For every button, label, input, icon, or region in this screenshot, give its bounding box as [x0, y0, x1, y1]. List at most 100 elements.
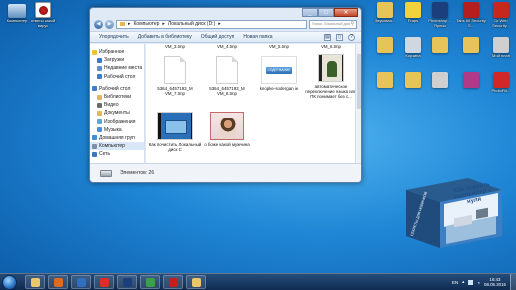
address-bar-row: ◀ ▶ ▸ Компьютер ▸ Локальный диск (D:) ▸ … [94, 19, 357, 29]
file-item[interactable]: 5364_6457193_M VM_7.tmp [148, 54, 202, 96]
status-bar: Элементов: 26 [90, 163, 361, 182]
photofilter-icon [493, 72, 509, 88]
command-bar: Упорядочить Добавить в библиотеку Общий … [90, 31, 361, 43]
taskbar-button[interactable] [163, 275, 183, 289]
nav-item[interactable]: Музыка [90, 126, 144, 134]
desktop-icon[interactable]: Звуковая... [370, 2, 400, 24]
item-count: Элементов: 26 [120, 170, 155, 176]
breadcrumb-separator: ▸ [128, 21, 131, 27]
desktop-icon[interactable]: Мой план [486, 37, 516, 59]
desktop-icon[interactable]: Photoshop ... Ярлык [425, 2, 455, 28]
search-icon: ⚲ [350, 21, 354, 27]
taskbar-button[interactable] [48, 275, 68, 289]
clock[interactable]: 16:43 08.05.2015 [484, 277, 506, 287]
nav-item[interactable]: Избранное [90, 48, 144, 56]
person-figure [327, 61, 337, 77]
file-list: VM_3.tmp VM_4.tmp VM_5.tmp VM_6.tmp 5364… [146, 44, 358, 164]
desktop-icon[interactable]: Tabs 60 Security S... [456, 2, 486, 28]
folder-icon [120, 22, 125, 26]
language-indicator[interactable]: EN [452, 280, 458, 285]
taskbar-button[interactable] [71, 275, 91, 289]
document-icon [164, 56, 186, 84]
file-item[interactable]: VM_4.tmp [200, 44, 254, 49]
file-item[interactable]: о боже какой мужчина [200, 112, 254, 147]
taskbar-button[interactable] [25, 275, 45, 289]
recycle-bin-icon [405, 37, 421, 53]
preview-pane-icon[interactable]: ▯ [336, 33, 343, 41]
desktop-icon[interactable]: Dr.Web Security... [486, 2, 516, 28]
file-item[interactable]: VM_3.tmp [148, 44, 202, 49]
documents-icon [97, 110, 102, 116]
nav-item[interactable]: Видео [90, 101, 144, 109]
taskbar-button[interactable] [94, 275, 114, 289]
computer-icon [92, 143, 97, 149]
desktop-icon[interactable] [456, 72, 486, 89]
network-tray-icon[interactable] [468, 279, 474, 285]
search-input[interactable]: Поиск: Локальный диск (D:) ⚲ [309, 19, 357, 29]
folder-icon [377, 2, 393, 18]
taskbar-button[interactable] [140, 275, 160, 289]
file-item[interactable]: 5364_6457193_M VM_8.tmp [200, 54, 254, 96]
desktop-icon [92, 86, 97, 92]
file-item[interactable]: автоматическое переключение языка или ПК… [302, 54, 360, 99]
book-cover-image: Как освоить компьютер с нуля СЕКРЕТЫ ДЛЯ… [394, 176, 506, 250]
shield-icon [493, 2, 509, 18]
close-button[interactable]: ✕ [334, 8, 358, 17]
desktop-icon[interactable] [425, 72, 455, 89]
minimize-button[interactable]: _ [302, 8, 318, 17]
breadcrumb-computer[interactable]: Компьютер [134, 21, 160, 27]
desktop-icon[interactable]: PhotoFilt... [486, 72, 516, 94]
desktop-icon[interactable] [398, 72, 428, 89]
nav-item[interactable]: Рабочий стол [90, 73, 144, 81]
address-bar[interactable]: ▸ Компьютер ▸ Локальный диск (D:) ▸ [116, 19, 307, 29]
nav-item[interactable]: Компьютер [90, 142, 144, 151]
organize-button[interactable]: Упорядочить [99, 34, 129, 40]
help-icon[interactable]: ? [348, 33, 355, 41]
desktop-icon[interactable] [456, 37, 486, 54]
nav-item[interactable]: Недавние места [90, 64, 144, 72]
add-to-library-button[interactable]: Добавить в библиотеку [138, 34, 192, 40]
file-item[interactable]: СОДЕРЖАНИЕ knopke-sodergan ie [252, 54, 306, 91]
file-item[interactable]: Как почистить Локальный диск С [148, 112, 202, 152]
star-icon [92, 49, 97, 55]
forward-button[interactable]: ▶ [105, 19, 114, 29]
desktop-icon[interactable]: Корзина [398, 37, 428, 59]
breadcrumb-drive[interactable]: Локальный диск (D:) [168, 21, 215, 27]
start-button[interactable] [2, 274, 17, 290]
nav-item[interactable]: Изображения [90, 118, 144, 126]
image-thumbnail [210, 112, 244, 140]
desktop-icon[interactable]: Fraps [398, 2, 428, 24]
thumbnail-button-image: СОДЕРЖАНИЕ [265, 66, 293, 74]
volume-tray-icon[interactable]: ◖ [477, 280, 480, 285]
folder-icon [405, 72, 421, 88]
view-options-icon[interactable]: ▤ [324, 33, 331, 41]
taskbar-button[interactable] [186, 275, 206, 289]
file-item[interactable]: VM_6.tmp [304, 44, 358, 49]
downloads-icon [97, 57, 102, 63]
document-icon [432, 72, 448, 88]
desktop-icon-video[interactable]: ответы какой вирус [30, 2, 56, 28]
images-icon [97, 119, 102, 125]
tray-arrow-icon[interactable]: ▴ [462, 279, 464, 285]
file-item[interactable]: VM_5.tmp [252, 44, 306, 49]
show-desktop-button[interactable] [510, 274, 516, 290]
desktop-icon-computer[interactable]: Компьютер [2, 4, 32, 24]
nav-item[interactable]: Загрузки [90, 56, 144, 64]
new-folder-button[interactable]: Новая папка [243, 34, 272, 40]
desktop-icon[interactable] [425, 37, 455, 54]
nav-item[interactable]: Рабочий стол [90, 85, 144, 93]
scrollbar-thumb[interactable] [357, 54, 361, 109]
vertical-scrollbar[interactable] [355, 44, 361, 164]
share-button[interactable]: Общий доступ [201, 34, 235, 40]
nav-item[interactable]: Библиотеки [90, 93, 144, 101]
nav-item[interactable]: Сеть [90, 150, 144, 158]
back-button[interactable]: ◀ [94, 19, 103, 29]
nav-item[interactable]: Документы [90, 109, 144, 117]
folder-icon [432, 37, 448, 53]
maximize-button[interactable]: □ [318, 8, 334, 17]
desktop-icon[interactable] [370, 37, 400, 54]
taskbar-button[interactable] [117, 275, 137, 289]
desktop-icon[interactable] [370, 72, 400, 89]
explorer-window[interactable]: _ □ ✕ ◀ ▶ ▸ Компьютер ▸ Локальный диск (… [89, 7, 362, 183]
nav-item[interactable]: Домашняя груп [90, 134, 144, 142]
